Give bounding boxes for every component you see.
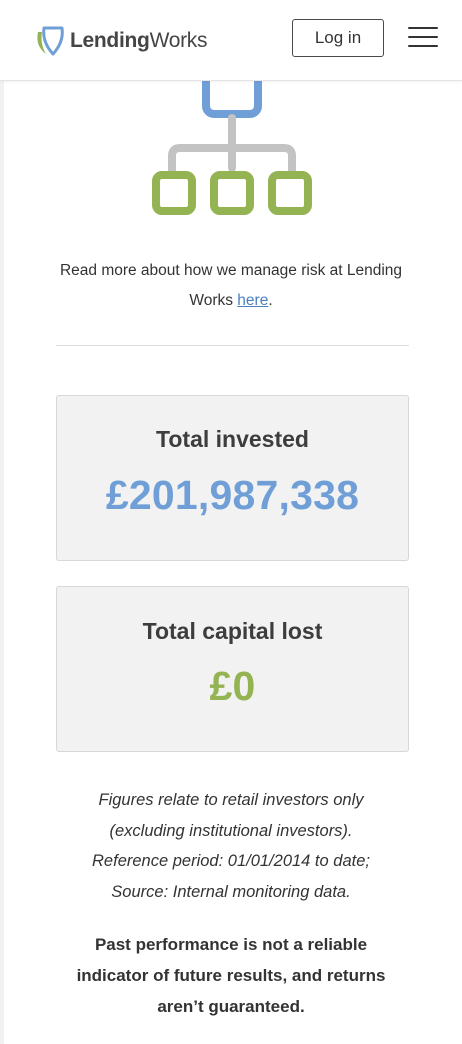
risk-info-period: . <box>268 292 273 309</box>
total-capital-lost-label: Total capital lost <box>142 618 323 644</box>
disclaimer-line: Figures relate to retail investors only <box>98 791 364 809</box>
total-invested-label: Total invested <box>156 426 309 452</box>
here-link[interactable]: here <box>237 292 268 309</box>
risk-info-body: Read more about how we manage risk at Le… <box>59 262 403 309</box>
site-header: LendingWorks Log in <box>0 0 462 81</box>
total-invested-card: Total invested £201,987,338 <box>56 395 409 561</box>
performance-warning: Past performance is not a reliable indic… <box>40 929 422 1022</box>
diagram-bottom-box-2 <box>210 171 254 215</box>
login-button[interactable]: Log in <box>292 19 384 57</box>
lending-works-logo[interactable]: LendingWorks <box>32 24 207 58</box>
shield-logo-icon <box>37 26 64 56</box>
warning-line: Past performance is not a reliable <box>94 935 368 954</box>
warning-line: indicator of future results, and returns <box>76 966 386 985</box>
menu-bar <box>408 36 438 38</box>
logo-text-works: Works <box>149 29 208 52</box>
logo-text-lending: Lending <box>70 29 150 52</box>
diagram-bottom-box-3 <box>268 171 312 215</box>
total-invested-value: £201,987,338 <box>105 472 360 518</box>
diagram-connectors <box>168 114 296 174</box>
disclaimer-line: Source: Internal monitoring data. <box>111 882 351 901</box>
disclaimer-line: Reference period: 01/01/2014 to date; <box>92 852 370 870</box>
section-divider <box>56 345 409 346</box>
disclaimer-line: (excluding institutional investors). <box>109 821 353 840</box>
total-capital-lost-card: Total capital lost £0 <box>56 586 409 752</box>
risk-info-text: Read more about how we manage risk at Le… <box>40 256 422 316</box>
hamburger-menu-icon[interactable] <box>408 27 440 49</box>
diagram-bottom-box-1 <box>152 171 196 215</box>
page-left-edge <box>0 0 4 1044</box>
risk-hierarchy-diagram-icon <box>152 60 312 215</box>
warning-line: aren’t guaranteed. <box>157 997 305 1016</box>
menu-bar <box>408 45 438 47</box>
menu-bar <box>408 27 438 29</box>
logo-text: LendingWorks <box>70 29 207 53</box>
figures-disclaimer: Figures relate to retail investors only … <box>40 785 422 907</box>
total-capital-lost-value: £0 <box>209 663 256 709</box>
